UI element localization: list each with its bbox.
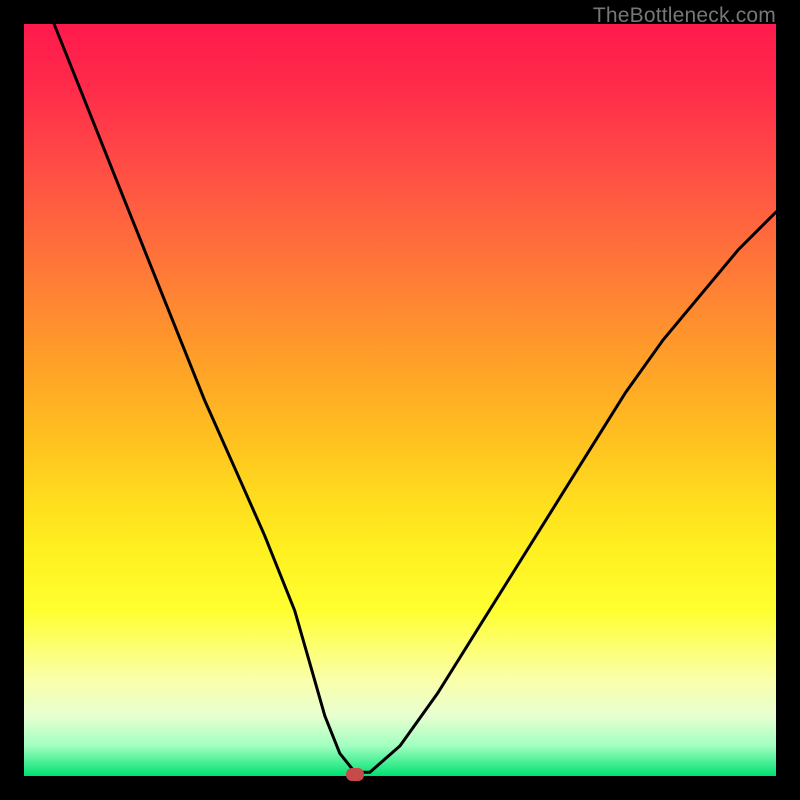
bottleneck-curve [24,24,776,776]
optimal-point-marker [346,768,364,781]
chart-area [24,24,776,776]
